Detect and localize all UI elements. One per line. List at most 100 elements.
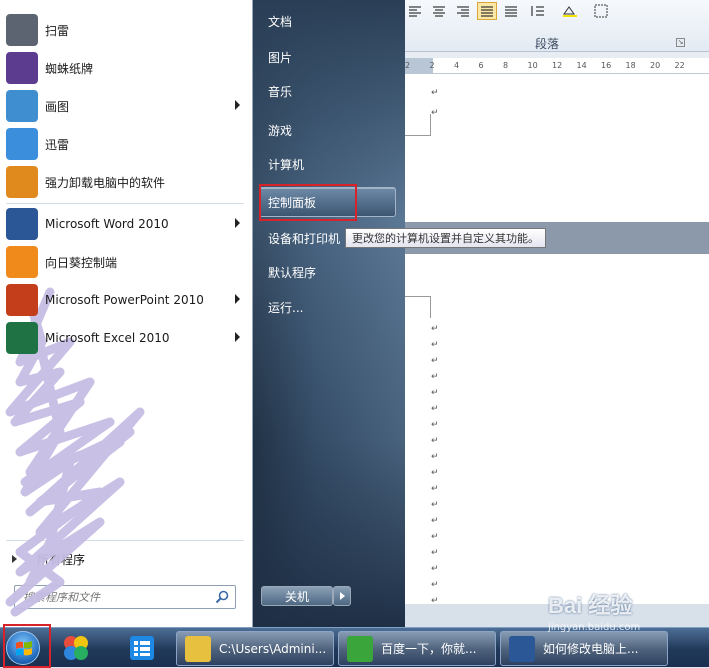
ruler-tick-label: 8 <box>503 61 509 70</box>
program-item[interactable]: 迅雷 <box>4 126 248 162</box>
borders-button[interactable] <box>589 2 617 20</box>
shutdown-button[interactable]: 关机 <box>261 586 333 606</box>
program-label: Microsoft Excel 2010 <box>45 331 170 345</box>
paint-icon <box>6 90 38 122</box>
ruler-tick-label: 2 <box>429 61 435 70</box>
paragraph-mark: ↵ <box>431 548 439 558</box>
paragraph-mark: ↵ <box>431 452 439 462</box>
place-item[interactable]: 文档 <box>268 8 396 34</box>
shutdown-options-button[interactable] <box>333 586 351 606</box>
search-icon[interactable] <box>215 590 229 604</box>
page-corner-mark <box>405 114 431 136</box>
place-item[interactable]: 音乐 <box>268 78 396 104</box>
program-label: 蜘蛛纸牌 <box>45 61 94 76</box>
submenu-arrow-icon[interactable] <box>235 294 240 304</box>
ruler-tick-label: 4 <box>454 61 460 70</box>
program-label: 扫雷 <box>45 23 70 38</box>
paragraph-mark: ↵ <box>431 420 439 430</box>
program-item[interactable]: 向日葵控制端 <box>4 244 248 280</box>
status-area <box>395 604 709 627</box>
sunflower-icon <box>6 246 38 278</box>
taskbar-window-button[interactable]: 百度一下，你就... <box>338 631 496 666</box>
paragraph-mark: ↵ <box>431 532 439 542</box>
all-programs-button[interactable]: 所有程序 <box>6 548 246 570</box>
program-item[interactable]: 扫雷 <box>4 12 248 48</box>
shading-button[interactable] <box>557 2 585 20</box>
paragraph-mark: ↵ <box>431 340 439 350</box>
submenu-arrow-icon[interactable] <box>235 218 240 228</box>
paragraph-mark: ↵ <box>431 484 439 494</box>
paragraph-mark: ↵ <box>431 564 439 574</box>
program-label: 迅雷 <box>45 137 70 152</box>
dialog-launcher-icon[interactable]: ↘ <box>676 38 685 47</box>
align-center-button[interactable] <box>429 2 449 20</box>
start-menu-places: 关机 文档 图片 音乐 游戏 计算机 控制面板 设备和打印机 默认程序 运行... <box>253 0 405 627</box>
program-item[interactable]: 画图 <box>4 88 248 124</box>
spider-solitaire-icon <box>6 52 38 84</box>
justify-button[interactable] <box>477 2 497 20</box>
uninstaller-icon <box>6 166 38 198</box>
paragraph-mark: ↵ <box>431 356 439 366</box>
taskbar-button-label: 如何修改电脑上... <box>543 642 639 656</box>
document-page[interactable]: ↵ ↵ ↵ ↵ ↵ ↵ ↵ ↵ ↵ ↵ ↵ ↵ ↵ ↵ ↵ ↵ ↵ ↵ <box>395 254 709 606</box>
distribute-button[interactable] <box>501 2 521 20</box>
taskbar-window-button[interactable]: 如何修改电脑上... <box>500 631 668 666</box>
excel-icon <box>6 322 38 354</box>
ruler-tick-label: 6 <box>478 61 484 70</box>
start-highlight-box <box>3 624 51 668</box>
ruler-tick-label: 2 <box>405 61 411 70</box>
paragraph-mark: ↵ <box>431 372 439 382</box>
program-item[interactable]: Microsoft Excel 2010 <box>4 320 248 356</box>
page-corner-mark <box>405 296 431 318</box>
place-item[interactable]: 运行... <box>268 294 396 320</box>
ruler-tick-label: 14 <box>576 61 587 70</box>
program-label: Microsoft PowerPoint 2010 <box>45 293 204 307</box>
start-menu-programs: 所有程序 扫雷蜘蛛纸牌画图迅雷强力卸载电脑中的软件 Microsoft Word … <box>0 0 253 627</box>
separator <box>6 203 244 204</box>
ruler-tick-label: 20 <box>650 61 661 70</box>
folder-icon <box>185 635 211 662</box>
submenu-arrow-icon[interactable] <box>235 100 240 110</box>
taskbar-window-button[interactable]: C:\Users\Admini... <box>176 631 334 666</box>
program-label: 强力卸载电脑中的软件 <box>45 175 166 190</box>
place-item[interactable]: 计算机 <box>268 151 396 177</box>
xunlei-icon <box>6 128 38 160</box>
all-programs-label: 所有程序 <box>37 552 86 567</box>
tooltip: 更改您的计算机设置并自定义其功能。 <box>345 228 546 248</box>
paragraph-mark: ↵ <box>431 388 439 398</box>
document-page[interactable]: ↵ ↵ <box>395 74 709 222</box>
separator <box>6 540 244 541</box>
program-item[interactable]: 蜘蛛纸牌 <box>4 50 248 86</box>
line-spacing-button[interactable] <box>525 2 553 20</box>
program-item[interactable]: 强力卸载电脑中的软件 <box>4 164 248 200</box>
align-left-button[interactable] <box>405 2 425 20</box>
arrow-right-icon <box>12 555 17 563</box>
ribbon: 段落 ↘ <box>395 0 709 52</box>
paragraph-mark: ↵ <box>431 516 439 526</box>
place-item[interactable]: 图片 <box>268 44 396 70</box>
powerpoint-icon <box>6 284 38 316</box>
search-input[interactable] <box>23 590 208 604</box>
align-right-button[interactable] <box>453 2 473 20</box>
search-box[interactable] <box>14 585 236 609</box>
ruler-tick-label: 10 <box>527 61 538 70</box>
paragraph-mark: ↵ <box>431 324 439 334</box>
ruler-tick-label: 12 <box>552 61 563 70</box>
ribbon-group-label: 段落 <box>535 37 560 51</box>
place-item[interactable]: 游戏 <box>268 117 396 143</box>
program-item[interactable]: Microsoft PowerPoint 2010 <box>4 282 248 318</box>
pinned-app-icon[interactable] <box>122 632 162 664</box>
submenu-arrow-icon[interactable] <box>235 332 240 342</box>
pinned-app-icon[interactable] <box>56 632 96 664</box>
taskbar-button-label: C:\Users\Admini... <box>219 641 327 656</box>
paragraph-mark: ↵ <box>431 108 439 118</box>
taskbar: C:\Users\Admini... 百度一下，你就... 如何修改电脑上... <box>0 624 709 668</box>
highlight-box <box>259 184 357 221</box>
program-item[interactable]: Microsoft Word 2010 <box>4 206 248 242</box>
browser-icon <box>347 635 373 662</box>
paragraph-mark: ↵ <box>431 436 439 446</box>
taskbar-button-label: 百度一下，你就... <box>381 642 477 656</box>
paragraph-mark: ↵ <box>431 580 439 590</box>
ruler-tick-label: 22 <box>674 61 685 70</box>
place-item[interactable]: 默认程序 <box>268 259 396 285</box>
